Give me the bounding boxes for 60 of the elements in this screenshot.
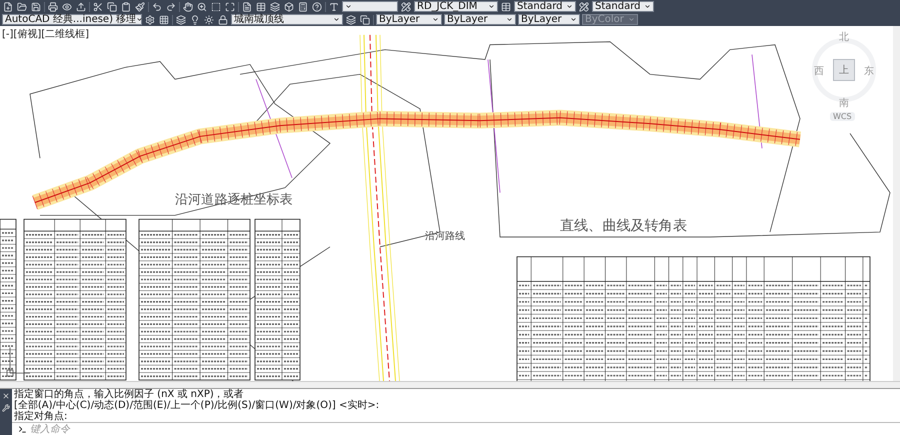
wrench-icon[interactable]: [2, 404, 10, 412]
box-icon[interactable]: [283, 0, 295, 12]
layer-previous-icon[interactable]: [345, 14, 357, 26]
command-history-line: 指定窗口的角点，输入比例因子 (nX 或 nXP)，或者: [13, 389, 245, 400]
layer-properties-icon[interactable]: [175, 14, 187, 26]
multileader-style-dropdown[interactable]: Standard: [592, 1, 654, 12]
save-icon[interactable]: [30, 0, 42, 12]
chevron-down-icon[interactable]: [506, 16, 513, 23]
layer-state-icon[interactable]: [359, 14, 371, 26]
viewport-label[interactable]: [-][俯视][二维线框]: [2, 27, 90, 41]
workspace-dropdown[interactable]: AutoCAD 经典...inese) 移理: [2, 14, 142, 25]
color-dropdown[interactable]: ByLayer: [376, 14, 442, 25]
text-style-icon[interactable]: [328, 0, 340, 12]
settings-icon[interactable]: [144, 14, 156, 26]
layer-dropdown[interactable]: 城南城顶线: [231, 14, 343, 25]
linetype-dropdown[interactable]: ByLayer: [444, 14, 516, 25]
preview-icon[interactable]: [61, 0, 73, 12]
chevron-down-icon[interactable]: [432, 16, 439, 23]
cut-icon[interactable]: [92, 0, 104, 12]
dimension-style-dropdown[interactable]: RD_JCK_DIM: [414, 1, 498, 12]
zoom-extents-icon[interactable]: [224, 0, 236, 12]
zoom-window-icon[interactable]: [210, 0, 222, 12]
table-icon[interactable]: [255, 0, 267, 12]
view-cube[interactable]: 上: [833, 59, 855, 81]
layers-icon[interactable]: [269, 0, 281, 12]
properties-icon[interactable]: [241, 0, 253, 12]
dimension-style-icon[interactable]: [400, 0, 412, 12]
route-label: 沿河路线: [425, 231, 466, 242]
multileader-style-icon[interactable]: [578, 0, 590, 12]
calculator-icon[interactable]: [297, 0, 309, 12]
copy-icon[interactable]: [106, 0, 118, 12]
brush-icon[interactable]: [134, 0, 146, 12]
new-file-icon[interactable]: [2, 0, 14, 12]
chevron-down-icon[interactable]: [644, 3, 651, 10]
vertical-scrollbar[interactable]: [893, 26, 900, 381]
lock-icon[interactable]: [217, 14, 229, 26]
ucs-axis-icon: [6, 347, 30, 376]
grid-icon[interactable]: [158, 14, 170, 26]
folder-icon[interactable]: [16, 0, 28, 12]
zoom-icon[interactable]: [196, 0, 208, 12]
lineweight-dropdown[interactable]: ByLayer: [518, 14, 580, 25]
horizontal-scrollbar[interactable]: [0, 381, 900, 388]
print-icon[interactable]: [47, 0, 59, 12]
close-icon[interactable]: [2, 392, 10, 400]
chevron-down-icon[interactable]: [488, 3, 495, 10]
help-icon[interactable]: [311, 0, 323, 12]
table-style-icon[interactable]: [500, 0, 512, 12]
command-history-line: 指定对角点:: [13, 411, 68, 422]
redo-icon[interactable]: [165, 0, 177, 12]
chevron-down-icon[interactable]: [136, 16, 144, 23]
table-style-dropdown[interactable]: Standard: [514, 1, 576, 12]
command-prompt-icon[interactable]: [18, 424, 27, 434]
command-history-line: [全部(A)/中心(C)/动态(D)/范围(E)/上一个(P)/比例(S)/窗口(W)/对象(O)] <实时>:: [13, 400, 380, 411]
pan-hand-icon[interactable]: [182, 0, 194, 12]
sun-icon[interactable]: [203, 14, 215, 26]
paste-icon[interactable]: [120, 0, 132, 12]
table-title: 直线、曲线及转角表: [560, 218, 687, 234]
publish-icon[interactable]: [75, 0, 87, 12]
undo-icon[interactable]: [151, 0, 163, 12]
light-bulb-icon[interactable]: [189, 14, 201, 26]
